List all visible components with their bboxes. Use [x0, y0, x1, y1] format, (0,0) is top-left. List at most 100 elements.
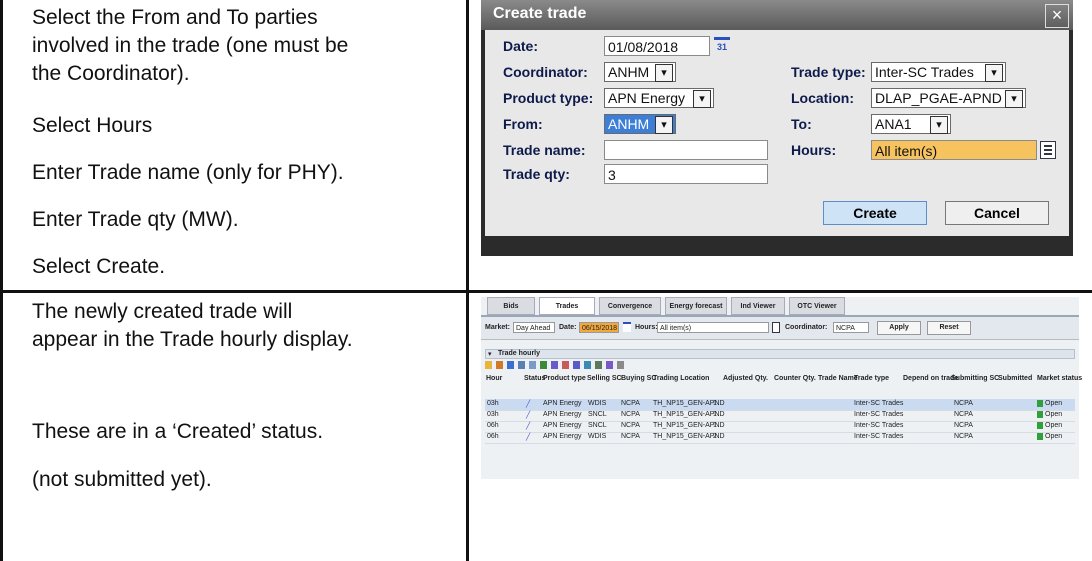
tab-otc-viewer[interactable]: OTC Viewer [789, 297, 845, 315]
hours-field[interactable]: All item(s) [871, 140, 1037, 160]
hour-cell: 06h [487, 422, 499, 429]
coordinator-select[interactable]: ANHM ▾ [604, 62, 676, 82]
filter-icon[interactable] [573, 361, 580, 369]
apply-button[interactable]: Apply [877, 321, 921, 335]
coordinator-label: Coordinator: [785, 324, 828, 331]
product-cell: APN Energy [543, 400, 582, 407]
tab-trades[interactable]: Trades [539, 297, 595, 315]
selling-cell: SNCL [588, 422, 607, 429]
table-row[interactable]: 06h ╱ APN Energy WDIS NCPA TH_NP15_GEN-A… [485, 432, 1075, 444]
column-header[interactable]: Adjusted Qty. [723, 375, 768, 382]
delete-icon[interactable] [518, 361, 525, 369]
chevron-down-icon: ▾ [693, 90, 711, 108]
calendar-icon[interactable] [623, 322, 631, 332]
coordinator-select[interactable]: NCPA [833, 322, 869, 333]
submitting-cell: NCPA [954, 400, 973, 407]
grid-icon[interactable] [529, 361, 536, 369]
column-header[interactable]: Market status [1037, 375, 1082, 382]
play-icon[interactable] [507, 361, 514, 369]
export-icon[interactable] [595, 361, 602, 369]
trades-screen: Bids Trades Convergence Bids Energy fore… [481, 297, 1082, 479]
column-header[interactable]: Trading Location [653, 375, 709, 382]
market-label: Market: [485, 324, 510, 331]
create-button[interactable]: Create [823, 201, 927, 225]
column-header[interactable]: Counter Qty. [774, 375, 816, 382]
chevron-down-icon: ▾ [930, 116, 948, 134]
column-header[interactable]: Trade Name [818, 375, 858, 382]
chart-icon[interactable] [584, 361, 591, 369]
column-header[interactable]: Selling SC [587, 375, 622, 382]
column-header[interactable]: Submitted [998, 375, 1032, 382]
edit-status-icon[interactable]: ╱ [526, 422, 530, 430]
tab-energy-forecast[interactable]: Energy forecast [665, 297, 727, 315]
tab-bids[interactable]: Bids [487, 297, 535, 315]
instruction-line: appear in the Trade hourly display. [32, 328, 353, 351]
lock-open-icon [1037, 433, 1043, 440]
chevron-down-icon: ▾ [655, 116, 673, 134]
qty-cell: 1 [713, 400, 717, 407]
calendar-icon[interactable]: 31 [714, 37, 730, 55]
dialog-body: Date: 01/08/2018 31 Coordinator: ANHM ▾ … [485, 30, 1069, 236]
chevron-down-icon: ▾ [1005, 90, 1023, 108]
instruction-line: Select Create. [32, 255, 166, 278]
copy-icon[interactable] [496, 361, 503, 369]
instruction-line: the Coordinator). [32, 62, 190, 85]
reset-button[interactable]: Reset [927, 321, 971, 335]
edit-status-icon[interactable]: ╱ [526, 400, 530, 408]
tab-convergence-bids[interactable]: Convergence Bids [599, 297, 661, 328]
column-header[interactable]: Hour [486, 375, 502, 382]
column-header[interactable]: Submitting SC [951, 375, 999, 382]
date-field[interactable]: 06/15/2018 [579, 322, 619, 333]
column-header[interactable]: Product type [543, 375, 586, 382]
qty-cell: 2 [713, 433, 717, 440]
from-select[interactable]: ANHM ▾ [604, 114, 676, 134]
split-icon[interactable] [562, 361, 569, 369]
date-field[interactable]: 01/08/2018 [604, 36, 710, 56]
table-left-border [0, 0, 3, 561]
chevron-down-icon: ▾ [985, 64, 1003, 82]
instruction-line: involved in the trade (one must be [32, 34, 349, 57]
location-select[interactable]: DLAP_PGAE-APND ▾ [871, 88, 1026, 108]
info-icon[interactable] [540, 361, 547, 369]
column-header[interactable]: Buying SC [621, 375, 656, 382]
column-header[interactable]: Depend on trade [903, 375, 958, 382]
dialog-title-bar[interactable]: Create trade × [481, 0, 1073, 30]
list-picker-icon[interactable] [1040, 141, 1056, 159]
location-label: Location: [791, 90, 854, 106]
edit-status-icon[interactable]: ╱ [526, 411, 530, 419]
grid-header: Hour Status Product type Selling SC Buyi… [485, 373, 1082, 385]
calendar-day: 31 [716, 42, 727, 52]
section-header[interactable]: ▾ Trade hourly [485, 349, 1075, 359]
edit-status-icon[interactable]: ╱ [526, 433, 530, 441]
market-select[interactable]: Day Ahead [513, 322, 555, 333]
product-type-select[interactable]: APN Energy ▾ [604, 88, 714, 108]
trade-type-cell: Inter-SC Trades [854, 433, 904, 440]
hour-cell: 03h [487, 411, 499, 418]
lock-open-icon [1037, 400, 1043, 407]
trade-name-label: Trade name: [503, 142, 586, 158]
list-picker-icon[interactable] [772, 322, 780, 333]
location-value: DLAP_PGAE-APND [875, 90, 1002, 106]
cancel-button[interactable]: Cancel [945, 201, 1049, 225]
to-select[interactable]: ANA1 ▾ [871, 114, 951, 134]
add-icon[interactable] [485, 361, 492, 369]
trade-type-select[interactable]: Inter-SC Trades ▾ [871, 62, 1006, 82]
instruction-line: Select Hours [32, 114, 153, 137]
hours-field[interactable]: All item(s) [657, 322, 769, 333]
column-header[interactable]: Trade type [854, 375, 889, 382]
trade-qty-field[interactable]: 3 [604, 164, 768, 184]
trade-name-field[interactable] [604, 140, 768, 160]
popout-icon[interactable] [617, 361, 624, 369]
instruction-line: Select the From and To parties [32, 6, 318, 29]
coordinator-label: Coordinator: [503, 64, 588, 80]
filter-bar: Market: Day Ahead Date: 06/15/2018 Hours… [481, 317, 1079, 340]
lock-open-icon [1037, 411, 1043, 418]
edit-icon[interactable] [551, 361, 558, 369]
selling-cell: WDIS [588, 400, 607, 407]
chevron-down-icon: ▾ [655, 64, 673, 82]
close-icon[interactable]: × [1045, 4, 1069, 28]
instruction-line: (not submitted yet). [32, 468, 212, 491]
tab-ind-viewer[interactable]: Ind Viewer [731, 297, 785, 315]
market-status-cell: Open [1045, 422, 1063, 429]
columns-icon[interactable] [606, 361, 613, 369]
